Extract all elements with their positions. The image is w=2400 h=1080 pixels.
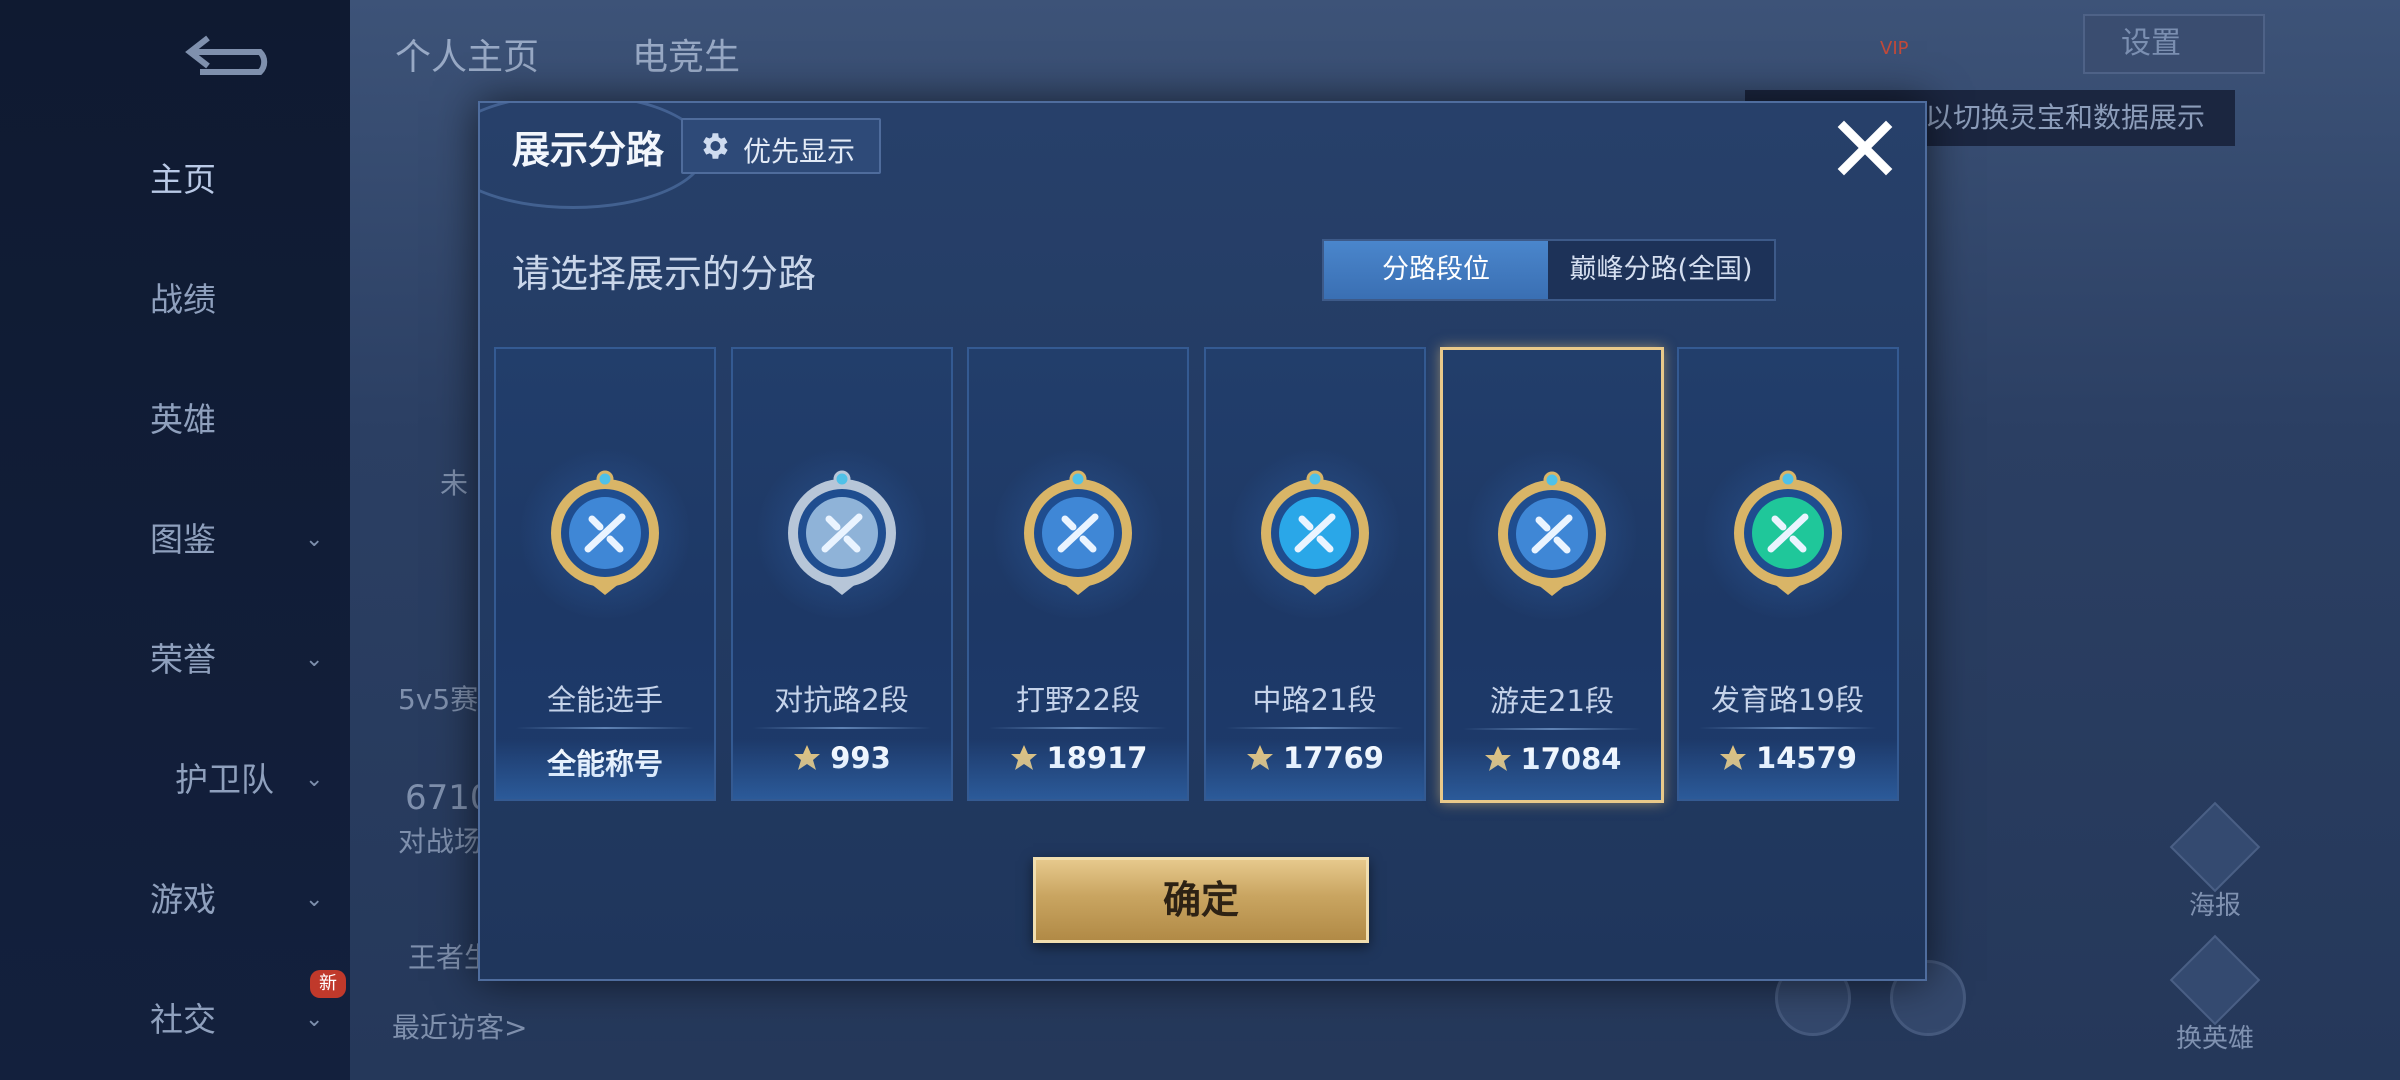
lane-card-name: 对抗路2段 <box>774 683 909 717</box>
chevron-down-icon: ⌄ <box>305 527 324 552</box>
tab-profile[interactable]: 个人主页 <box>395 28 539 80</box>
sidebar-item-heroes[interactable]: 英雄 <box>150 390 310 450</box>
sidebar-item-label: 护卫队 <box>175 760 274 799</box>
chevron-down-icon: ⌄ <box>305 647 324 672</box>
back-icon[interactable] <box>180 30 280 80</box>
setting-button[interactable]: 设置 <box>2083 14 2265 74</box>
lane-card[interactable]: 对抗路2段993 <box>730 347 953 801</box>
tab-esports[interactable]: 电竞生 <box>632 28 740 80</box>
divider <box>516 727 694 729</box>
sidebar-item-label: 主页 <box>150 160 216 199</box>
tab-peak-lane[interactable]: 巅峰分路(全国) <box>1548 241 1774 299</box>
bg-text-arena: 对战场 <box>398 825 483 858</box>
sidebar-item-honor[interactable]: 荣誉 ⌄ <box>150 630 323 690</box>
lane-card[interactable]: 中路21段17769 <box>1203 347 1426 801</box>
sidebar-item-label: 游戏 <box>150 880 216 919</box>
change-hero-label: 换英雄 <box>2175 1024 2254 1054</box>
divider <box>1225 727 1404 729</box>
lane-card[interactable]: 发育路19段14579 <box>1676 347 1899 801</box>
chevron-down-icon: ⌄ <box>305 1007 324 1032</box>
change-hero-button[interactable]: 换英雄 <box>2165 934 2265 1055</box>
dialog-subtitle: 请选择展示的分路 <box>512 252 817 296</box>
bg-text-mode: 5v5赛 <box>398 683 479 716</box>
sidebar-item-social[interactable]: 社交 ⌄ <box>150 990 323 1050</box>
sidebar-item-label: 荣誉 <box>150 640 216 679</box>
tab-lane-rank[interactable]: 分路段位 <box>1324 241 1548 299</box>
card-glow <box>1443 740 1661 800</box>
farm-lane-badge-icon <box>1733 470 1842 595</box>
card-glow <box>1205 739 1424 799</box>
lane-card[interactable]: 打野22段18917 <box>967 347 1189 801</box>
lane-card[interactable]: 全能选手全能称号 <box>494 347 716 801</box>
poster-button[interactable]: 海报 <box>2165 801 2265 922</box>
priority-label: 优先显示 <box>743 135 856 168</box>
sidebar-item-codex[interactable]: 图鉴 ⌄ <box>150 510 323 570</box>
recent-visitors-link[interactable]: 最近访客> <box>392 1006 527 1046</box>
sidebar-item-guard[interactable]: 护卫队 ⌄ <box>175 750 335 810</box>
sidebar-item-label: 图鉴 <box>150 520 216 559</box>
divider <box>1463 728 1641 730</box>
dialog-title: 展示分路 <box>512 128 665 172</box>
lane-display-dialog: 展示分路 优先显示 请选择展示的分路 分路段位 巅峰分路(全国) 全能选手全能称… <box>478 101 1927 981</box>
close-icon[interactable] <box>1830 113 1900 183</box>
chevron-down-icon: ⌄ <box>305 767 324 792</box>
chevron-down-icon: ⌄ <box>305 887 324 912</box>
all-round-badge-icon <box>551 470 659 595</box>
roam-badge-icon <box>1498 471 1606 596</box>
card-glow <box>1678 739 1897 799</box>
card-glow <box>732 739 951 799</box>
lane-card-name: 全能选手 <box>546 683 663 717</box>
bg-text-unknown: 未 <box>440 467 469 500</box>
lane-card-name: 打野22段 <box>1016 683 1140 717</box>
divider <box>1698 727 1877 729</box>
confirm-button[interactable]: 确定 <box>1033 857 1369 943</box>
card-glow <box>969 739 1187 799</box>
change-hero-icon <box>2169 934 2261 1026</box>
card-glow <box>496 739 714 799</box>
vip-label: VIP <box>1880 38 1909 59</box>
jungle-badge-icon <box>1024 470 1132 595</box>
mid-lane-badge-icon <box>1260 470 1369 595</box>
divider <box>989 727 1167 729</box>
sidebar-item-home[interactable]: 主页 <box>150 150 310 210</box>
divider <box>752 727 931 729</box>
sidebar-item-games[interactable]: 游戏 ⌄ <box>150 870 323 930</box>
sidebar-item-label: 英雄 <box>150 400 216 439</box>
lane-card-name: 游走21段 <box>1490 684 1614 718</box>
poster-icon <box>2169 801 2261 893</box>
top-lane-badge-icon <box>787 470 896 595</box>
priority-display-button[interactable]: 优先显示 <box>681 118 881 174</box>
lane-mode-toggle: 分路段位 巅峰分路(全国) <box>1322 239 1776 301</box>
lane-card-name: 发育路19段 <box>1711 683 1864 717</box>
poster-label: 海报 <box>2188 891 2241 921</box>
sidebar-item-record[interactable]: 战绩 <box>150 270 310 330</box>
lane-card-name: 中路21段 <box>1252 683 1377 717</box>
new-badge: 新 <box>310 970 346 998</box>
sidebar-item-label: 战绩 <box>150 280 216 319</box>
sidebar-item-label: 社交 <box>150 1000 216 1039</box>
lane-card[interactable]: 游走21段17084 <box>1440 347 1664 803</box>
gear-icon <box>703 133 728 159</box>
